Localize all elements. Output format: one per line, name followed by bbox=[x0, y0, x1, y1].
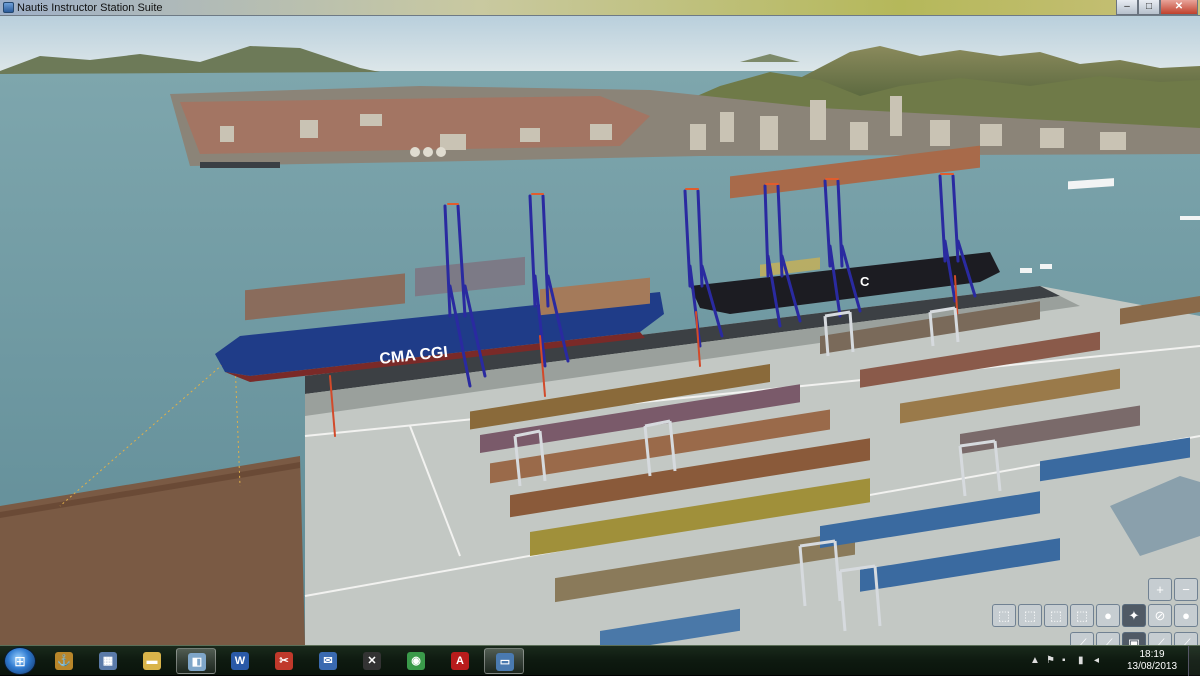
start-button[interactable]: ⊞ bbox=[4, 647, 36, 675]
tool-9-icon: ⟋ bbox=[1181, 636, 1191, 645]
camera-button[interactable]: ▣ bbox=[1122, 632, 1146, 645]
network-icon[interactable]: ▮ bbox=[1078, 655, 1084, 666]
clock-date: 13/08/2013 bbox=[1126, 661, 1178, 672]
stop-button[interactable]: ⊘ bbox=[1148, 604, 1172, 627]
taskbar-item-7[interactable]: ✕ bbox=[352, 648, 392, 674]
tool-button-7[interactable]: ⟋ bbox=[1096, 632, 1120, 645]
tool-6-icon: ⟋ bbox=[1077, 636, 1087, 645]
taskbar-item-3[interactable]: ◧ bbox=[176, 648, 216, 674]
taskbar-item-6[interactable]: ✉ bbox=[308, 648, 348, 674]
taskbar-item-10[interactable]: ▭ bbox=[484, 648, 524, 674]
taskbar-item-2[interactable]: ▬ bbox=[132, 648, 172, 674]
tray-flag-icon[interactable]: ⚑ bbox=[1046, 655, 1055, 666]
record-button[interactable]: ● bbox=[1174, 604, 1198, 627]
tool-button-1[interactable]: ⬚ bbox=[992, 604, 1016, 627]
xmind-icon: ✕ bbox=[363, 652, 381, 670]
taskbar-item-9[interactable]: A bbox=[440, 648, 480, 674]
window-controls: – □ ✕ bbox=[1116, 0, 1198, 15]
zoom-out-icon: − bbox=[1182, 582, 1190, 597]
word-icon: W bbox=[231, 652, 249, 670]
zoom-in-button[interactable]: + bbox=[1148, 578, 1172, 601]
sim-window-icon: ◧ bbox=[188, 653, 206, 671]
taskbar-item-1[interactable]: ▦ bbox=[88, 648, 128, 674]
folder-icon: ▬ bbox=[143, 652, 161, 670]
tool-button-9[interactable]: ⟋ bbox=[1174, 632, 1198, 645]
tool-3-icon: ⬚ bbox=[1049, 608, 1063, 623]
calculator-icon: ▦ bbox=[99, 652, 117, 670]
taskbar-item-8[interactable]: ◉ bbox=[396, 648, 436, 674]
close-button[interactable]: ✕ bbox=[1160, 0, 1198, 15]
show-desktop-button[interactable] bbox=[1188, 646, 1200, 676]
taskbar-item-5[interactable]: ✂ bbox=[264, 648, 304, 674]
remote-icon: ▭ bbox=[496, 653, 514, 671]
tray-expand-icon[interactable]: ▲ bbox=[1030, 655, 1040, 666]
acrobat-icon: A bbox=[451, 652, 469, 670]
tool-button-2[interactable]: ⬚ bbox=[1018, 604, 1042, 627]
window-titlebar[interactable]: Nautis Instructor Station Suite – □ ✕ bbox=[0, 0, 1200, 16]
taskbar-item-0[interactable]: ⚓ bbox=[44, 648, 84, 674]
simulation-viewport[interactable]: C CMA CGI + − ⬚ ⬚ ⬚ ⬚ ● ✦ ⊘ ● ⟋ ⟋ ▣ ⟋ ⟋ bbox=[0, 16, 1200, 645]
maximize-button[interactable]: □ bbox=[1138, 0, 1160, 15]
clock-time: 18:19 bbox=[1139, 649, 1165, 660]
far-ship-name: C bbox=[860, 274, 870, 289]
tool-button-4[interactable]: ⬚ bbox=[1070, 604, 1094, 627]
tool-2-icon: ⬚ bbox=[1023, 608, 1037, 623]
windows-logo-icon: ⊞ bbox=[14, 653, 26, 669]
record-icon: ● bbox=[1182, 608, 1190, 623]
zoom-out-button[interactable]: − bbox=[1174, 578, 1198, 601]
view-tool-panel: + − ⬚ ⬚ ⬚ ⬚ ● ✦ ⊘ ● ⟋ ⟋ ▣ ⟋ ⟋ bbox=[990, 576, 1200, 645]
system-tray: ▲ ⚑ ▪ ▮ ◂ 18:19 13/08/2013 bbox=[1030, 646, 1180, 676]
camera-icon: ▣ bbox=[1127, 636, 1141, 645]
clock[interactable]: 18:19 13/08/2013 bbox=[1124, 649, 1180, 673]
taskbar: ⊞ ⚓ ▦ ▬ ◧ W ✂ ✉ ✕ ◉ A ▭ ▲ ⚑ ▪ ▮ ◂ 18:19 … bbox=[0, 645, 1200, 676]
tool-5-icon: ● bbox=[1104, 608, 1112, 623]
tool-button-3[interactable]: ⬚ bbox=[1044, 604, 1068, 627]
volume-icon[interactable]: ◂ bbox=[1094, 655, 1099, 666]
nautis-icon: ⚓ bbox=[55, 652, 73, 670]
tool-8-icon: ⟋ bbox=[1155, 636, 1165, 645]
minimize-button[interactable]: – bbox=[1116, 0, 1138, 15]
port-scene: C CMA CGI bbox=[0, 16, 1200, 645]
snipping-icon: ✂ bbox=[275, 652, 293, 670]
tool-4-icon: ⬚ bbox=[1075, 608, 1089, 623]
crane-tool-button[interactable]: ✦ bbox=[1122, 604, 1146, 627]
tool-7-icon: ⟋ bbox=[1103, 636, 1113, 645]
taskbar-item-4[interactable]: W bbox=[220, 648, 260, 674]
tool-button-5[interactable]: ● bbox=[1096, 604, 1120, 627]
crane-icon: ✦ bbox=[1128, 608, 1140, 623]
chrome-icon: ◉ bbox=[407, 652, 425, 670]
tray-app-icon[interactable]: ▪ bbox=[1062, 655, 1066, 666]
app-icon bbox=[3, 2, 14, 13]
zoom-in-icon: + bbox=[1156, 582, 1164, 597]
stop-icon: ⊘ bbox=[1154, 608, 1166, 623]
tool-button-8[interactable]: ⟋ bbox=[1148, 632, 1172, 645]
tool-1-icon: ⬚ bbox=[997, 608, 1011, 623]
tool-button-6[interactable]: ⟋ bbox=[1070, 632, 1094, 645]
thunderbird-icon: ✉ bbox=[319, 652, 337, 670]
window-title: Nautis Instructor Station Suite bbox=[17, 2, 163, 14]
